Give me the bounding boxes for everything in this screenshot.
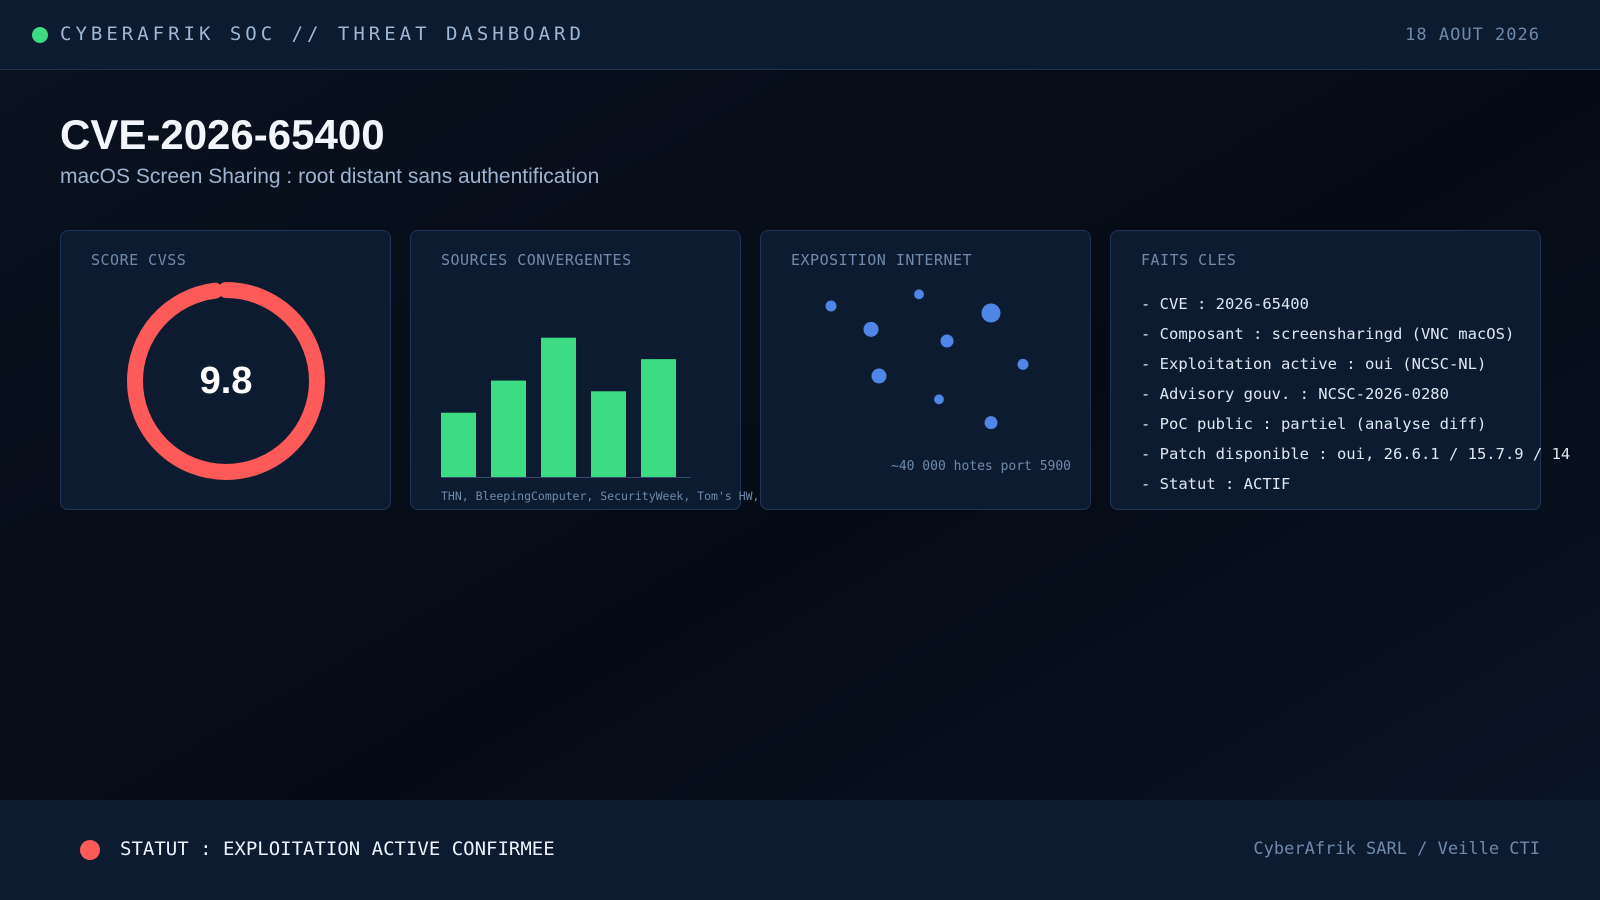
exposed-host-point [984,416,998,430]
exposed-host-point [940,334,954,348]
key-facts-card: FAITS CLES - CVE : 2026-65400 - Composan… [1110,230,1570,510]
exposure-caption: ~40 000 hotes port 5900 [891,459,1072,474]
alert-status-dot-icon [80,840,100,860]
exposed-host-point [934,394,944,405]
fact-item: - Statut : ACTIF [1141,475,1291,493]
facts-card-title: FAITS CLES [1141,251,1237,269]
source-bar [491,380,526,477]
live-status-dot-icon [32,27,48,43]
fact-item: - Advisory gouv. : NCSC-2026-0280 [1141,385,1449,403]
source-bar [541,337,576,477]
facts-list: - CVE : 2026-65400 - Composant : screens… [1141,289,1570,499]
header-date: 18 AOUT 2026 [1405,25,1540,45]
exploitation-status-text: STATUT : EXPLOITATION ACTIVE CONFIRMEE [120,838,555,860]
cvss-score-value: 9.8 [199,360,253,402]
page-subtitle: macOS Screen Sharing : root distant sans… [60,165,600,188]
fact-item: - PoC public : partiel (analyse diff) [1141,415,1487,433]
fact-item: - Patch disponible : oui, 26.6.1 / 15.7.… [1141,445,1571,463]
top-bar: CYBERAFRIK SOC // THREAT DASHBOARD 18 AO… [0,0,1600,70]
organization-credit: CyberAfrik SARL / Veille CTI [1253,839,1540,859]
exposed-host-point [981,303,1001,323]
page-title: CVE-2026-65400 [60,111,385,158]
sources-card: SOURCES CONVERGENTES THN, BleepingComput… [410,230,760,510]
source-bar [441,412,476,477]
source-bar [641,359,676,477]
fact-item: - Exploitation active : oui (NCSC-NL) [1141,355,1487,373]
sources-caption: THN, BleepingComputer, SecurityWeek, Tom… [441,489,760,503]
exposed-host-point [863,321,879,337]
exposed-host-point [871,368,887,384]
dashboard-brand-title: CYBERAFRIK SOC // THREAT DASHBOARD [60,23,585,45]
exposed-host-point [1017,358,1029,370]
status-footer: STATUT : EXPLOITATION ACTIVE CONFIRMEE C… [0,800,1600,900]
exposed-host-point [825,300,837,312]
fact-item: - Composant : screensharingd (VNC macOS) [1141,325,1515,343]
sources-bar-chart [441,337,691,478]
fact-item: - CVE : 2026-65400 [1141,295,1309,313]
source-bar [591,391,626,477]
exposed-host-point [914,289,924,300]
exposure-card: EXPOSITION INTERNET ~40 000 hotes port 5… [760,230,1091,510]
cvss-card-title: SCORE CVSS [91,251,187,269]
cvss-score-card: SCORE CVSS 9.8 [60,230,391,510]
